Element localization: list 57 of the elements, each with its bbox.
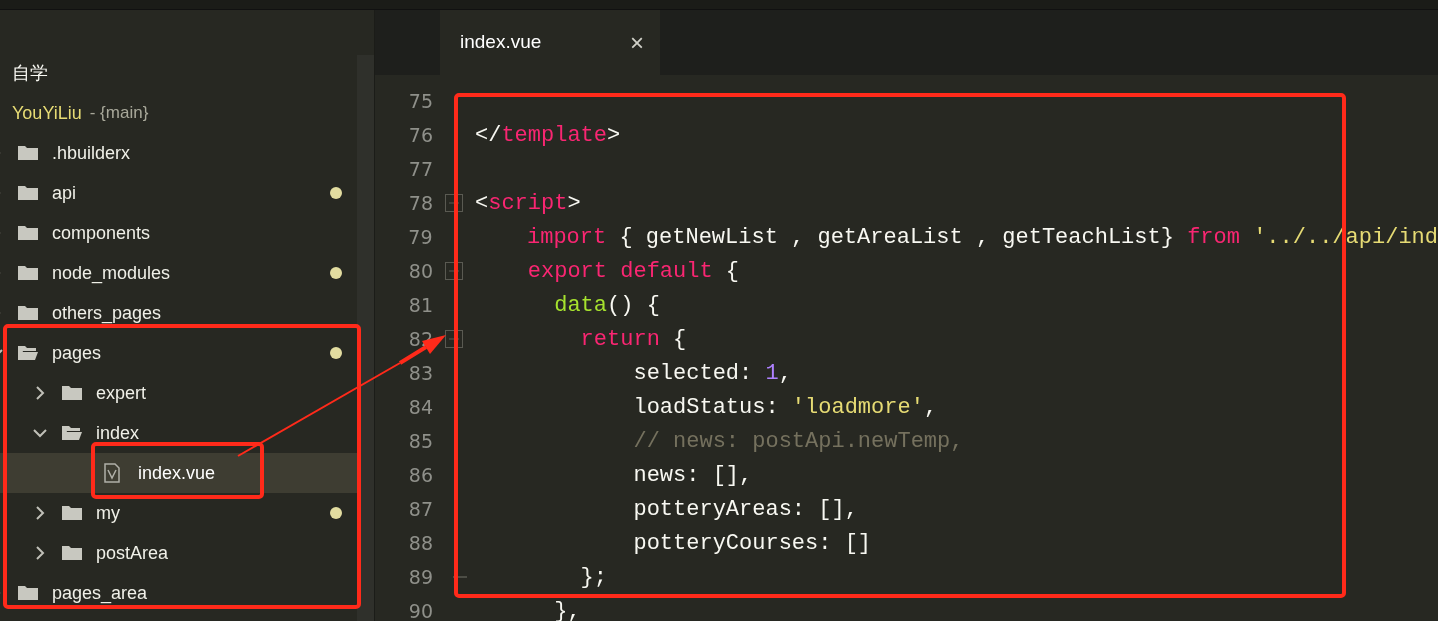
folder-icon (18, 585, 38, 601)
line-number: 90 (407, 598, 433, 621)
code-line: selected: 1, (632, 359, 792, 388)
line-number: 79 (407, 224, 433, 250)
line-number: 87 (407, 496, 433, 522)
folder-icon (18, 305, 38, 321)
tree-item[interactable]: my (0, 493, 358, 533)
tree-item[interactable]: index.vue (0, 453, 358, 493)
code-line: potteryAreas: [], (632, 495, 858, 524)
project-name: YouYiLiu (12, 101, 82, 125)
tree-item[interactable]: pages_area (0, 573, 358, 613)
code-line: data() { (553, 291, 660, 320)
tree-item[interactable]: api (0, 173, 358, 213)
tree-item[interactable]: others_pages (0, 293, 358, 333)
folder-icon (62, 385, 82, 401)
code-line: <script> (475, 189, 581, 218)
line-number: 75 (407, 88, 433, 114)
line-number: 84 (407, 394, 433, 420)
code-line: export default { (526, 257, 740, 286)
tree-item[interactable]: pages (0, 333, 358, 373)
line-number: 77 (407, 156, 433, 182)
tree-item[interactable]: node_modules (0, 253, 358, 293)
line-number: 89 (407, 564, 433, 590)
folder-icon (62, 505, 82, 521)
editor-tab[interactable]: index.vue × (440, 10, 660, 75)
code-line: </template> (475, 121, 621, 150)
line-number: 78 (407, 190, 433, 216)
workspace-title: 自学 (12, 61, 48, 85)
folder-icon (18, 145, 38, 161)
tree-item[interactable]: index (0, 413, 358, 453)
code-line: news: [], (632, 461, 753, 490)
open-folder-icon (62, 425, 82, 441)
file-icon (104, 463, 120, 483)
folder-icon (18, 185, 38, 201)
code-line: }, (553, 597, 581, 621)
line-number: 81 (407, 292, 433, 318)
line-number: 80 (407, 258, 433, 284)
open-folder-icon (18, 345, 38, 361)
code-line: }; (579, 563, 608, 592)
code-line: return { (579, 325, 687, 354)
folder-icon (62, 545, 82, 561)
code-line: loadStatus: 'loadmore', (632, 393, 938, 422)
code-line: potteryCourses: [] (632, 529, 872, 558)
code-line: // news: postApi.newTemp, (632, 427, 964, 456)
folder-icon (18, 225, 38, 241)
tree-item[interactable]: postArea (0, 533, 358, 573)
tree-item[interactable]: .hbuilderx (0, 133, 358, 173)
line-number: 83 (407, 360, 433, 386)
close-button[interactable]: × (630, 30, 644, 55)
line-number: 88 (407, 530, 433, 556)
folder-icon (18, 265, 38, 281)
line-number: 86 (407, 462, 433, 488)
branch-label: - {main} (89, 102, 149, 125)
tree-item[interactable]: expert (0, 373, 358, 413)
line-number: 85 (407, 428, 433, 454)
tree-item[interactable]: components (0, 213, 358, 253)
line-number: 76 (407, 122, 433, 148)
